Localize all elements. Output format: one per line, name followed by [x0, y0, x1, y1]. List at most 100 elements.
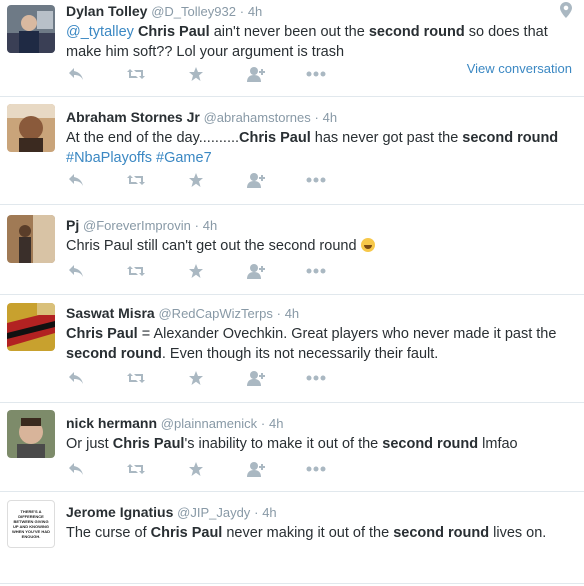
- text-segment: never making it out of the: [222, 525, 394, 541]
- tweet-actions: [66, 172, 366, 188]
- separator: ·: [314, 110, 319, 125]
- timestamp[interactable]: 4h: [248, 4, 262, 19]
- tweet-text: The curse of Chris Paul never making it …: [66, 523, 574, 543]
- timestamp[interactable]: 4h: [203, 218, 217, 233]
- reply-icon[interactable]: [66, 370, 86, 386]
- tweet-actions: [66, 370, 366, 386]
- follow-icon[interactable]: [246, 66, 266, 82]
- tweet[interactable]: THERE'S A DIFFERENCE BETWEEN GIVING UP A…: [0, 492, 584, 584]
- retweet-icon[interactable]: [126, 172, 146, 188]
- tweet[interactable]: Dylan Tolley @D_Tolley932 · 4h @_tytalle…: [0, 0, 584, 97]
- more-icon[interactable]: [306, 263, 326, 279]
- tweet-header: nick hermann @plainnamenick · 4h: [66, 414, 574, 433]
- tweet[interactable]: Pj @ForeverImprovin · 4h Chris Paul stil…: [0, 205, 584, 295]
- tweet-text: @_tytalley Chris Paul ain't never been o…: [66, 22, 574, 62]
- avatar[interactable]: [7, 5, 55, 53]
- hashtag-link[interactable]: #NbaPlayoffs: [66, 150, 152, 166]
- separator: ·: [276, 306, 281, 321]
- text-segment: ain't never been out the: [209, 24, 369, 40]
- follow-icon[interactable]: [246, 172, 266, 188]
- tweet[interactable]: Abraham Stornes Jr @abrahamstornes · 4h …: [0, 97, 584, 205]
- text-segment: At the end of the day..........: [66, 130, 240, 146]
- follow-icon[interactable]: [246, 370, 266, 386]
- location-pin-icon[interactable]: [560, 2, 572, 23]
- highlight-term: second round: [393, 525, 490, 541]
- highlight-term: second round: [462, 130, 559, 146]
- tweet-header: Pj @ForeverImprovin · 4h: [66, 216, 574, 235]
- view-conversation-link[interactable]: View conversation: [467, 61, 572, 76]
- fullname[interactable]: Abraham Stornes Jr: [66, 109, 200, 125]
- more-icon[interactable]: [306, 172, 326, 188]
- reply-icon[interactable]: [66, 263, 86, 279]
- avatar[interactable]: [7, 410, 55, 458]
- timestamp[interactable]: 4h: [262, 505, 276, 520]
- avatar[interactable]: [7, 215, 55, 263]
- fullname[interactable]: Pj: [66, 217, 79, 233]
- fullname[interactable]: Saswat Misra: [66, 305, 155, 321]
- mention-link[interactable]: @_tytalley: [66, 24, 134, 40]
- highlight-term: Chris Paul: [239, 130, 311, 146]
- text-segment: The curse of: [66, 525, 151, 541]
- more-icon[interactable]: [306, 461, 326, 477]
- fullname[interactable]: nick hermann: [66, 415, 157, 431]
- favorite-icon[interactable]: [186, 66, 206, 82]
- avatar[interactable]: [7, 104, 55, 152]
- retweet-icon[interactable]: [126, 370, 146, 386]
- tweet-header: Saswat Misra @RedCapWizTerps · 4h: [66, 304, 574, 323]
- text-segment: lmfao: [478, 436, 518, 452]
- username[interactable]: @RedCapWizTerps: [158, 306, 272, 321]
- follow-icon[interactable]: [246, 461, 266, 477]
- favorite-icon[interactable]: [186, 172, 206, 188]
- favorite-icon[interactable]: [186, 370, 206, 386]
- tweet[interactable]: Saswat Misra @RedCapWizTerps · 4h Chris …: [0, 295, 584, 403]
- text-segment: = Alexander Ovechkin. Great players who …: [137, 326, 557, 342]
- text-segment: has never got past the: [310, 130, 463, 146]
- text-segment: Chris Paul still can't get out the secon…: [66, 238, 361, 254]
- fullname[interactable]: Jerome Ignatius: [66, 504, 173, 520]
- highlight-term: second round: [368, 24, 465, 40]
- laughing-emoji-icon: [360, 238, 375, 252]
- favorite-icon[interactable]: [186, 461, 206, 477]
- separator: ·: [254, 505, 259, 520]
- text-segment: Or just: [66, 436, 113, 452]
- hashtag-link[interactable]: #Game7: [156, 150, 212, 166]
- highlight-term: Chris Paul: [150, 525, 223, 541]
- timestamp[interactable]: 4h: [323, 110, 337, 125]
- timestamp[interactable]: 4h: [285, 306, 299, 321]
- reply-icon[interactable]: [66, 172, 86, 188]
- more-icon[interactable]: [306, 66, 326, 82]
- tweet[interactable]: nick hermann @plainnamenick · 4h Or just…: [0, 403, 584, 492]
- retweet-icon[interactable]: [126, 66, 146, 82]
- retweet-icon[interactable]: [126, 263, 146, 279]
- username[interactable]: @JIP_Jaydy: [177, 505, 250, 520]
- tweet-actions: [66, 461, 366, 477]
- username[interactable]: @D_Tolley932: [151, 4, 236, 19]
- reply-icon[interactable]: [66, 461, 86, 477]
- highlight-term: second round: [66, 346, 162, 362]
- tweet-actions: [66, 66, 366, 82]
- tweet-header: Jerome Ignatius @JIP_Jaydy · 4h: [66, 503, 574, 522]
- avatar[interactable]: [7, 303, 55, 351]
- avatar[interactable]: THERE'S A DIFFERENCE BETWEEN GIVING UP A…: [7, 500, 55, 548]
- avatar-text: THERE'S A DIFFERENCE BETWEEN GIVING UP A…: [12, 509, 50, 539]
- reply-icon[interactable]: [66, 66, 86, 82]
- tweet-text: At the end of the day..........Chris Pau…: [66, 128, 574, 168]
- more-icon[interactable]: [306, 370, 326, 386]
- tweet-text: Or just Chris Paul's inability to make i…: [66, 434, 574, 454]
- username[interactable]: @abrahamstornes: [204, 110, 311, 125]
- highlight-term: Chris Paul: [137, 24, 210, 40]
- favorite-icon[interactable]: [186, 263, 206, 279]
- username[interactable]: @plainnamenick: [161, 416, 257, 431]
- follow-icon[interactable]: [246, 263, 266, 279]
- text-segment: . Even though its not necessarily their …: [161, 346, 439, 362]
- tweet-text: Chris Paul = Alexander Ovechkin. Great p…: [66, 324, 574, 364]
- text-segment: lives on.: [489, 525, 547, 541]
- timestamp[interactable]: 4h: [269, 416, 283, 431]
- tweet-header: Dylan Tolley @D_Tolley932 · 4h: [66, 2, 574, 21]
- fullname[interactable]: Dylan Tolley: [66, 3, 147, 19]
- username[interactable]: @ForeverImprovin: [83, 218, 191, 233]
- highlight-term: second round: [382, 436, 479, 452]
- retweet-icon[interactable]: [126, 461, 146, 477]
- separator: ·: [260, 416, 266, 431]
- tweet-header: Abraham Stornes Jr @abrahamstornes · 4h: [66, 108, 574, 127]
